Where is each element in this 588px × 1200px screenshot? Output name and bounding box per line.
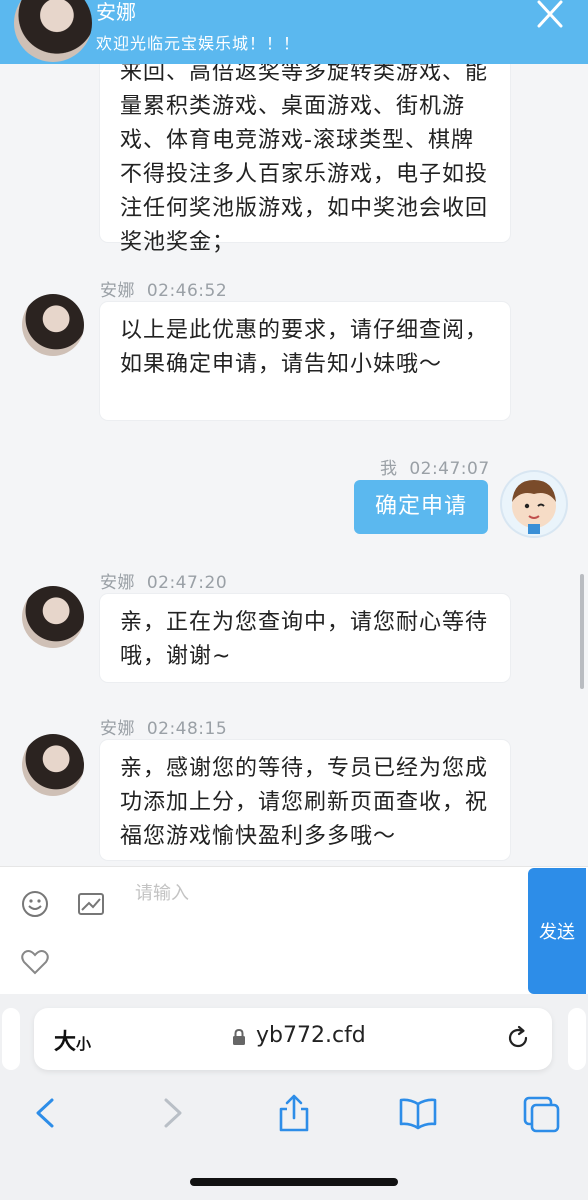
message-meta: 安娜 02:47:20 xyxy=(100,568,227,593)
user-avatar xyxy=(502,472,566,536)
share-icon[interactable] xyxy=(274,1092,314,1134)
sender-name: 我 xyxy=(380,459,398,479)
message-meta: 我 02:47:07 xyxy=(380,454,490,479)
url-text: yb772.cfd xyxy=(256,1023,366,1048)
message-time: 02:47:20 xyxy=(146,573,228,593)
agent-avatar xyxy=(14,0,92,62)
message-time: 02:48:15 xyxy=(146,719,228,739)
text-size-large: 大 xyxy=(54,1030,77,1055)
message-meta: 安娜 02:48:15 xyxy=(100,714,227,739)
message-meta: 安娜 02:46:52 xyxy=(100,276,227,301)
message-text: 确定申请 xyxy=(374,494,467,519)
back-icon[interactable] xyxy=(26,1092,66,1134)
text-size-small: 小 xyxy=(76,1035,92,1053)
message-time: 02:46:52 xyxy=(146,281,228,301)
agent-message-bubble: 亲，感谢您的等待，专员已经为您成功添加上分，请您刷新页面查收，祝福您游戏愉快盈利… xyxy=(100,740,510,860)
close-icon[interactable] xyxy=(534,0,566,28)
welcome-text: 欢迎光临元宝娱乐城！！！ xyxy=(96,34,301,53)
chat-header: 安娜 欢迎光临元宝娱乐城！！！ xyxy=(0,0,588,64)
message-text: 以上是此优惠的要求，请仔细查阅，如果确定申请，请告知小妹哦～ xyxy=(120,318,489,377)
browser-toolbar: 大小 yb772.cfd xyxy=(0,994,588,1200)
agent-avatar xyxy=(22,294,84,356)
heart-icon[interactable] xyxy=(20,947,50,977)
address-bar[interactable]: 大小 yb772.cfd xyxy=(34,1008,552,1070)
message-input[interactable]: 请输入 xyxy=(135,879,189,905)
my-message-bubble: 确定申请 xyxy=(354,480,488,534)
agent-message-bubble: 以上是此优惠的要求，请仔细查阅，如果确定申请，请告知小妹哦～ xyxy=(100,302,510,420)
emoji-icon[interactable] xyxy=(20,889,50,919)
message-time: 02:47:07 xyxy=(409,459,490,479)
message-text: 来回、高倍返奖等多旋转类游戏、能量累积类游戏、桌面游戏、街机游戏、体育电竞游戏-… xyxy=(120,64,489,255)
tabs-icon[interactable] xyxy=(522,1092,562,1134)
home-indicator[interactable] xyxy=(190,1178,398,1186)
message-text: 亲，正在为您查询中，请您耐心等待哦，谢谢~ xyxy=(120,610,489,669)
bookmarks-icon[interactable] xyxy=(398,1092,438,1134)
text-size-button[interactable]: 大小 xyxy=(54,1024,91,1056)
next-tab-edge[interactable] xyxy=(568,1008,586,1070)
chat-messages[interactable]: 来回、高倍返奖等多旋转类游戏、能量累积类游戏、桌面游戏、街机游戏、体育电竞游戏-… xyxy=(0,64,588,866)
sender-name: 安娜 xyxy=(100,281,135,301)
prev-tab-edge[interactable] xyxy=(2,1008,20,1070)
agent-message-bubble: 来回、高倍返奖等多旋转类游戏、能量累积类游戏、桌面游戏、街机游戏、体育电竞游戏-… xyxy=(100,64,510,255)
lock-icon xyxy=(233,1028,245,1045)
send-button[interactable]: 发送 xyxy=(528,868,586,994)
agent-name: 安娜 xyxy=(96,0,136,24)
message-input-bar: 请输入 发送 xyxy=(0,866,588,995)
agent-avatar xyxy=(22,734,84,796)
image-icon[interactable] xyxy=(76,889,106,919)
agent-avatar xyxy=(22,586,84,648)
agent-message-bubble: 亲，正在为您查询中，请您耐心等待哦，谢谢~ xyxy=(100,594,510,682)
reload-icon[interactable] xyxy=(504,1024,532,1052)
forward-icon[interactable] xyxy=(152,1092,192,1134)
sender-name: 安娜 xyxy=(100,573,135,593)
message-text: 亲，感谢您的等待，专员已经为您成功添加上分，请您刷新页面查收，祝福您游戏愉快盈利… xyxy=(120,756,489,849)
sender-name: 安娜 xyxy=(100,719,135,739)
chat-scrollbar[interactable] xyxy=(580,574,584,689)
